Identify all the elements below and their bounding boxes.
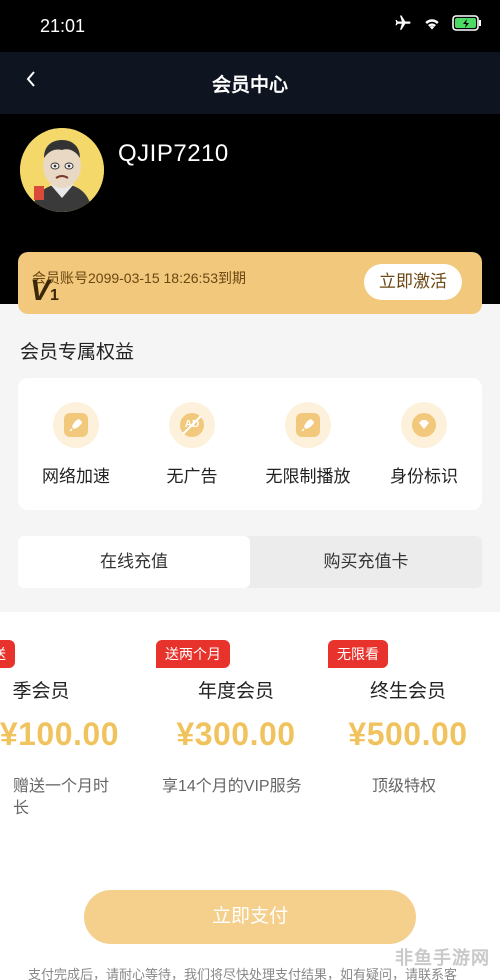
plan-name: 终生会员	[369, 681, 446, 702]
benefits-title: 会员专属权益	[20, 342, 135, 363]
diamond-icon	[401, 402, 447, 448]
vip-level-number: 1	[50, 287, 59, 304]
plan-price: ¥500.00	[348, 716, 468, 752]
vip-level-badge: V1	[30, 276, 59, 306]
wifi-icon	[425, 19, 439, 30]
rocket-icon	[285, 402, 331, 448]
status-icons	[394, 14, 482, 32]
activate-button[interactable]: 立即激活	[364, 264, 462, 300]
plan-name: 季会员	[12, 681, 70, 702]
benefit-unlimited-play[interactable]: 无限制播放	[250, 378, 366, 510]
status-bar: 21:01	[0, 0, 500, 52]
plan-tag: 无限看	[328, 640, 388, 668]
airplane-icon	[395, 15, 411, 30]
plan-price: ¥100.00	[0, 716, 119, 752]
footer-note: 支付完成后，请耐心等待，我们将尽快处理支付结果，如有疑问，请联系客	[28, 967, 458, 980]
plan-description: 顶级特权	[372, 778, 437, 795]
membership-card: 会员账号2099-03-15 18:26:53到期 V1 立即激活	[18, 252, 482, 314]
tab-online-recharge[interactable]: 在线充值	[18, 536, 250, 588]
username: QJIP7210	[118, 140, 229, 167]
benefit-label: 无广告	[166, 467, 218, 486]
plan-tag: 送两个月	[156, 640, 230, 668]
avatar[interactable]	[20, 128, 104, 212]
plan-card-quarterly[interactable]: 送 季会员 ¥100.00 赠送一个月时长	[0, 612, 127, 842]
benefit-identity-badge[interactable]: 身份标识	[366, 378, 482, 510]
plan-description: 赠送一个月时长	[13, 778, 110, 817]
no-ad-icon: AD	[169, 402, 215, 448]
tab-buy-recharge-card[interactable]: 购买充值卡	[250, 536, 482, 588]
pay-now-button[interactable]: 立即支付	[84, 890, 416, 944]
plan-price: ¥300.00	[176, 716, 296, 752]
vip-level-letter: V	[30, 274, 51, 307]
nav-bar: 会员中心	[0, 52, 500, 114]
page-title: 会员中心	[211, 75, 288, 96]
battery-icon	[452, 15, 481, 31]
benefit-network-boost[interactable]: 网络加速	[18, 378, 134, 510]
plan-description: 享14个月的VIP服务	[162, 778, 302, 795]
benefit-label: 无限制播放	[265, 467, 351, 486]
benefit-label: 网络加速	[42, 467, 110, 486]
plan-card-lifetime[interactable]: 无限看 终生会员 ¥500.00 顶级特权	[322, 612, 494, 842]
recharge-tabs: 在线充值 购买充值卡	[18, 536, 482, 588]
benefits-panel: 网络加速 AD 无广告 无限制播放 身份标识	[18, 378, 482, 510]
status-time: 21:01	[40, 16, 86, 36]
benefit-label: 身份标识	[390, 467, 458, 486]
expiry-text: 会员账号2099-03-15 18:26:53到期	[32, 270, 246, 286]
benefit-no-ads[interactable]: AD 无广告	[134, 378, 250, 510]
rocket-icon	[53, 402, 99, 448]
plan-tag: 送	[0, 640, 15, 668]
plan-name: 年度会员	[197, 681, 274, 702]
plan-card-yearly[interactable]: 送两个月 年度会员 ¥300.00 享14个月的VIP服务	[150, 612, 322, 842]
plans-carousel[interactable]: 送 季会员 ¥100.00 赠送一个月时长 送两个月 年度会员 ¥300.00 …	[0, 612, 500, 842]
avatar-illustration	[20, 128, 104, 212]
